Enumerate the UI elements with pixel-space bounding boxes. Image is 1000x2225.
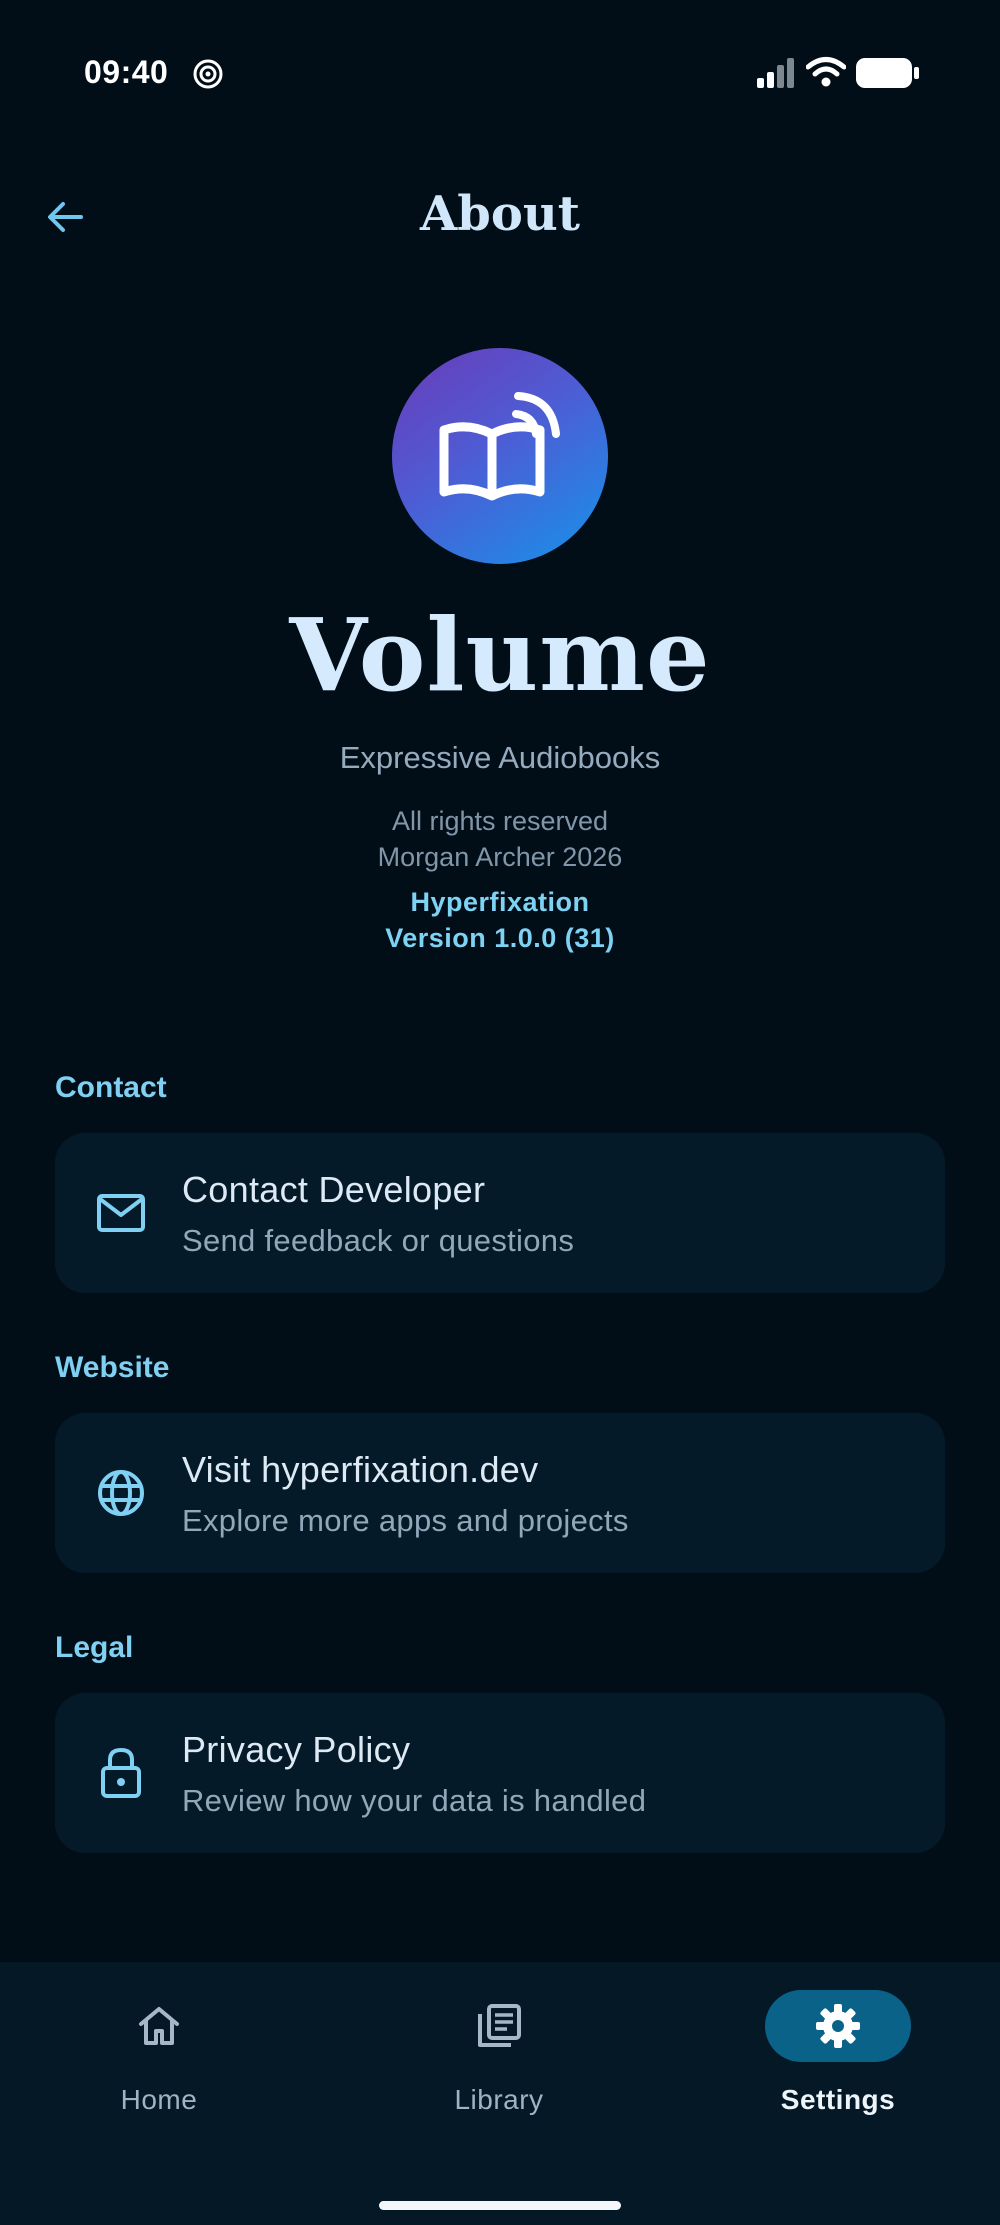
status-time: 09:40 [84, 54, 169, 90]
globe-icon [93, 1465, 149, 1521]
wifi-icon [805, 56, 847, 93]
lock-icon [93, 1745, 149, 1801]
nav-label: Library [454, 2084, 544, 2115]
focus-icon [192, 58, 224, 95]
library-icon [426, 1990, 572, 2062]
rights-line: All rights reserved [391, 806, 609, 836]
page-title: About [420, 186, 580, 242]
mail-icon [93, 1185, 149, 1241]
book-broadcast-icon [430, 384, 570, 529]
home-icon [86, 1990, 232, 2062]
nav-item-home[interactable]: Home [59, 1990, 259, 2120]
status-bar: 09:40 [0, 0, 1000, 150]
publisher-info: Hyperfixation Version 1.0.0 (31) [0, 884, 1000, 956]
card-title: Privacy Policy [182, 1729, 411, 1770]
card-subtitle: Send feedback or questions [182, 1223, 575, 1258]
section-label-legal: Legal [55, 1631, 134, 1664]
app-logo [392, 348, 608, 564]
signal-icon [757, 58, 797, 93]
rights-text: All rights reserved Morgan Archer 2026 [0, 803, 1000, 875]
section-label-website: Website [55, 1351, 170, 1384]
nav-item-settings[interactable]: Settings [738, 1990, 938, 2120]
version-text: Version 1.0.0 (31) [385, 923, 615, 953]
nav-label: Settings [780, 2084, 896, 2115]
bottom-navigation: Home Library Settings [0, 1962, 1000, 2225]
card-subtitle: Explore more apps and projects [182, 1503, 629, 1538]
card-title: Visit hyperfixation.dev [182, 1449, 539, 1490]
app-name: Volume [289, 596, 711, 714]
nav-label: Home [120, 2084, 198, 2115]
section-label-contact: Contact [55, 1071, 167, 1104]
visit-website-card[interactable]: Visit hyperfixation.dev Explore more app… [55, 1413, 945, 1573]
battery-icon [856, 58, 920, 93]
publisher-name: Hyperfixation [410, 887, 590, 917]
gear-icon [765, 1990, 911, 2062]
card-title: Contact Developer [182, 1169, 486, 1210]
contact-developer-card[interactable]: Contact Developer Send feedback or quest… [55, 1133, 945, 1293]
copyright-line: Morgan Archer 2026 [377, 842, 623, 872]
nav-item-library[interactable]: Library [399, 1990, 599, 2120]
home-indicator [379, 2201, 621, 2210]
card-subtitle: Review how your data is handled [182, 1783, 647, 1818]
app-tagline: Expressive Audiobooks [339, 740, 661, 775]
privacy-policy-card[interactable]: Privacy Policy Review how your data is h… [55, 1693, 945, 1853]
